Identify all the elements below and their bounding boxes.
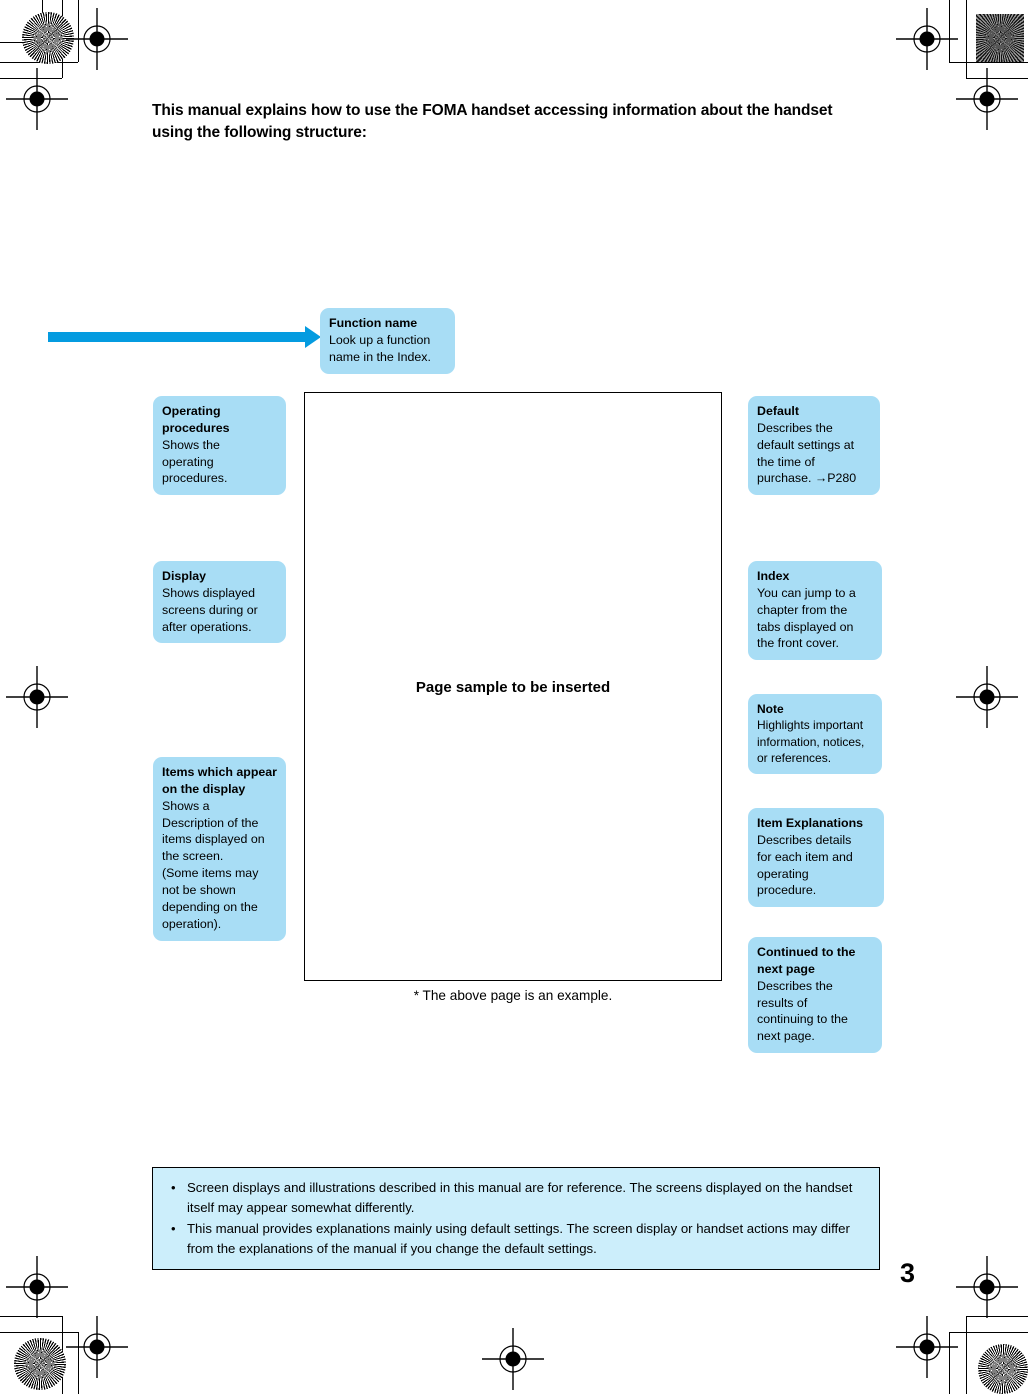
pointer-arrow-shaft-icon <box>48 332 310 342</box>
registration-rosette-icon <box>978 1344 1028 1394</box>
callout-body: Shows displayed screens during or after … <box>162 585 258 634</box>
page-title: This manual explains how to use the FOMA… <box>152 102 833 141</box>
callout-body: Highlights important information, notice… <box>757 718 865 765</box>
bullet-icon: • <box>171 1180 176 1195</box>
registration-target-icon <box>956 68 1018 130</box>
registration-target-icon <box>896 1316 958 1378</box>
registration-target-icon <box>6 666 68 728</box>
manual-page: This manual explains how to use the FOMA… <box>0 0 1028 1394</box>
callout-title: Display <box>162 569 207 583</box>
trim-line <box>949 1332 1028 1333</box>
callout-title: Operating procedures <box>162 404 230 435</box>
callout-note: Note Highlights important information, n… <box>748 694 882 775</box>
sample-page-frame: Page sample to be inserted <box>304 392 722 981</box>
callout-title: Continued to the next page <box>757 945 856 976</box>
registration-target-icon <box>66 8 128 70</box>
callout-body: Look up a function name in the Index. <box>329 332 431 364</box>
registration-target-icon <box>482 1328 544 1390</box>
page-number: 3 <box>900 1258 916 1288</box>
bullet-icon: • <box>171 1221 176 1237</box>
callout-title: Default <box>757 404 799 418</box>
pointer-arrow-head-icon <box>305 326 321 348</box>
callout-continued-next-page: Continued to the next page Describes the… <box>748 937 882 1054</box>
notice-item: • This manual provides explanations main… <box>167 1219 865 1258</box>
registration-rosette-icon <box>14 1338 66 1390</box>
registration-target-icon <box>956 666 1018 728</box>
callout-body: Describes the results of continuing to t… <box>757 978 848 1044</box>
callout-operating-procedures: Operating procedures Shows the operating… <box>153 396 286 496</box>
callout-body: Describes details for each item and oper… <box>757 832 853 898</box>
notice-item-text: Screen displays and illustrations descri… <box>187 1180 853 1215</box>
registration-target-icon <box>6 1256 68 1318</box>
callout-function-name: Function name Look up a function name in… <box>320 308 455 374</box>
registration-target-icon <box>6 68 68 130</box>
callout-body: Describes the default settings at the ti… <box>757 420 857 486</box>
callout-body: Shows the operating procedures. <box>162 437 228 486</box>
registration-target-icon <box>956 1256 1018 1318</box>
callout-body: You can jump to a chapter from the tabs … <box>757 585 856 651</box>
registration-rosette-icon <box>976 14 1024 62</box>
notice-list: • Screen displays and illustrations desc… <box>167 1178 865 1258</box>
callout-title: Items which appear on the display <box>162 765 277 796</box>
callout-default: Default Describes the default settings a… <box>748 396 880 496</box>
callout-title: Note <box>757 702 784 716</box>
callout-title: Function name <box>329 316 418 330</box>
notice-item-text: This manual provides explanations mainly… <box>187 1221 850 1256</box>
sample-page-footnote: * The above page is an example. <box>413 988 613 1003</box>
sample-page-label: Page sample to be inserted <box>415 679 611 696</box>
trim-line <box>949 62 1028 63</box>
registration-target-icon <box>896 8 958 70</box>
notice-box: • Screen displays and illustrations desc… <box>152 1167 880 1271</box>
callout-items-on-display: Items which appear on the display Shows … <box>153 757 286 941</box>
callout-display: Display Shows displayed screens during o… <box>153 561 286 644</box>
registration-target-icon <box>66 1316 128 1378</box>
callout-title: Index <box>757 569 790 583</box>
callout-index: Index You can jump to a chapter from the… <box>748 561 882 661</box>
trim-line <box>966 1316 967 1394</box>
notice-item: • Screen displays and illustrations desc… <box>167 1178 865 1217</box>
callout-item-explanations: Item Explanations Describes details for … <box>748 808 884 908</box>
callout-title: Item Explanations <box>757 816 864 830</box>
callout-body: Shows a Description of the items display… <box>162 798 265 931</box>
trim-line <box>966 0 967 78</box>
